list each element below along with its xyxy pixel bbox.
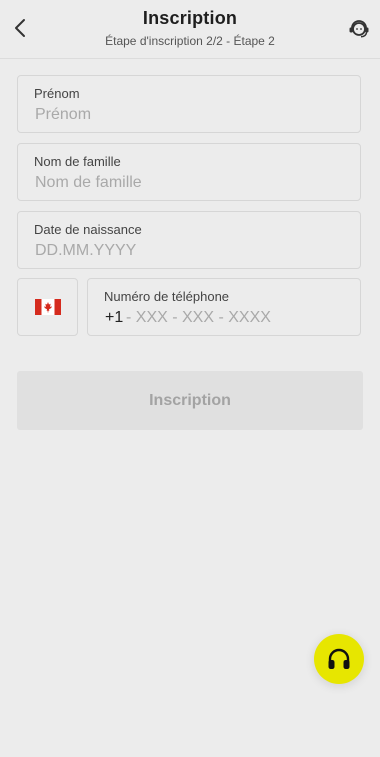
birth-date-label: Date de naissance: [34, 222, 142, 237]
support-button[interactable]: [346, 16, 372, 42]
country-code: +1: [105, 309, 124, 326]
phone-label: Numéro de téléphone: [104, 289, 230, 304]
last-name-field[interactable]: Nom de famille Nom de famille: [17, 143, 361, 201]
first-name-field[interactable]: Prénom Prénom: [17, 75, 361, 133]
first-name-label: Prénom: [34, 86, 80, 101]
birth-date-field[interactable]: Date de naissance DD.MM.YYYY: [17, 211, 361, 269]
birth-date-placeholder: DD.MM.YYYY: [35, 242, 137, 259]
support-fab[interactable]: [314, 634, 364, 684]
submit-button[interactable]: Inscription: [17, 371, 363, 430]
first-name-placeholder: Prénom: [35, 106, 92, 123]
last-name-label: Nom de famille: [34, 154, 121, 169]
app-header: Inscription Étape d'inscription 2/2 - Ét…: [0, 0, 380, 59]
phone-placeholder: - XXX - XXX - XXXX: [126, 309, 271, 326]
support-agent-icon: [349, 20, 369, 38]
page-title: Inscription: [142, 8, 238, 28]
last-name-placeholder: Nom de famille: [35, 174, 142, 191]
canada-flag-icon: [34, 299, 61, 315]
headphones-icon: [328, 648, 350, 669]
phone-field[interactable]: Numéro de téléphone +1 - XXX - XXX - XXX…: [87, 278, 361, 336]
country-selector[interactable]: [17, 278, 78, 336]
page-subtitle: Étape d'inscription 2/2 - Étape 2: [105, 34, 275, 48]
